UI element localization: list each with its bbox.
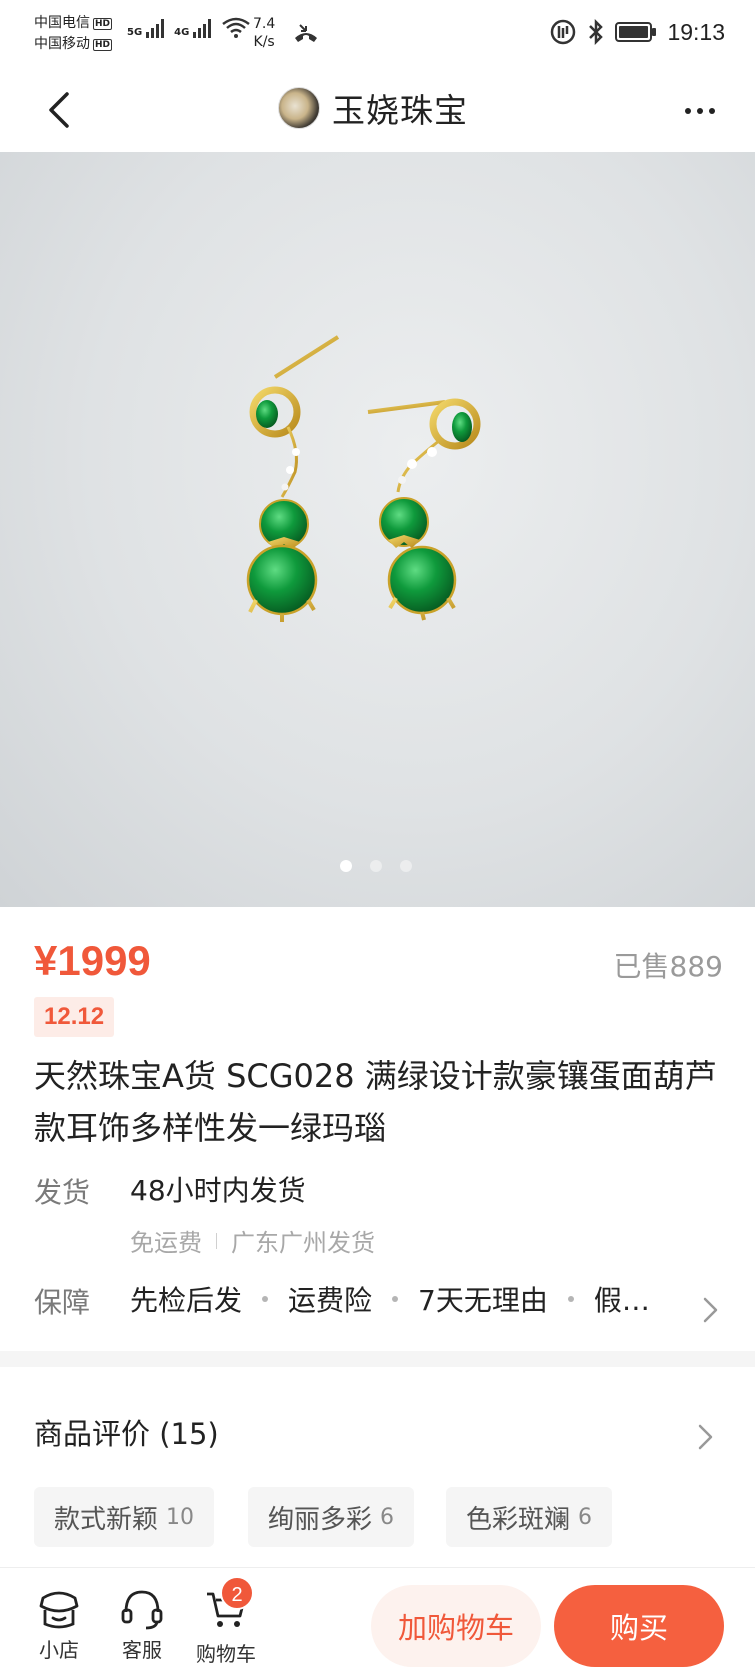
- service-tab[interactable]: 客服: [107, 1588, 177, 1663]
- shop-tab[interactable]: 小店: [24, 1588, 94, 1663]
- review-tag[interactable]: 绚丽多彩 6: [248, 1487, 415, 1547]
- carrier-2: 中国移动: [34, 36, 90, 52]
- headset-icon: [121, 1590, 163, 1630]
- shop-name: 玉娆珠宝: [332, 91, 468, 130]
- cart-tab-label: 购物车: [196, 1642, 256, 1666]
- status-bar: 中国电信 HD 中国移动 HD 5G 4G 7.4 K/s 19:13: [0, 0, 755, 70]
- clock: 19:13: [667, 18, 725, 45]
- data-saver-icon: [551, 19, 576, 45]
- review-tag-label: 色彩斑斓: [466, 1504, 571, 1535]
- signal-indicators: 5G 4G: [127, 16, 251, 38]
- shipping-time: 48小时内发货: [130, 1174, 306, 1207]
- pagination-dot: [369, 860, 382, 872]
- review-tag-label: 绚丽多彩: [268, 1504, 373, 1535]
- add-to-cart-button[interactable]: 加购物车: [371, 1585, 541, 1667]
- pagination-dot-active: [339, 860, 352, 872]
- shipping-label: 发货: [34, 1176, 91, 1209]
- separator: [216, 1232, 217, 1249]
- network-type-1: 5G: [127, 27, 143, 38]
- shop-tab-label: 小店: [39, 1638, 79, 1662]
- shop-avatar: [278, 87, 320, 129]
- promo-tag: 12.12: [34, 997, 115, 1037]
- service-tab-label: 客服: [122, 1638, 162, 1662]
- bullet: [392, 1296, 399, 1302]
- reviews-section: 商品评价 (15) 款式新颖 10 绚丽多彩 6 色彩斑斓 6: [0, 1367, 755, 1567]
- cart-badge: 2: [220, 1576, 254, 1610]
- guarantee-label: 保障: [34, 1286, 91, 1319]
- review-tag-count: 6: [380, 1504, 395, 1530]
- reviews-title[interactable]: 商品评价 (15): [34, 1411, 219, 1453]
- sold-count: 已售889: [613, 950, 723, 983]
- back-arrow-icon: [49, 92, 69, 128]
- more-dots-icon: [685, 108, 691, 114]
- network-type-2: 4G: [174, 27, 190, 38]
- review-tag[interactable]: 色彩斑斓 6: [446, 1487, 613, 1547]
- back-button[interactable]: [36, 88, 80, 132]
- signal-icon-2: [193, 16, 212, 38]
- shop-header[interactable]: 玉娆珠宝: [278, 84, 468, 132]
- shipping-details: 免运费 广东广州发货: [130, 1223, 375, 1258]
- product-title: 天然珠宝A货 SCG028 满绿设计款豪镶蛋面葫芦款耳饰多样性发一绿玛瑙: [34, 1057, 717, 1147]
- price: ¥1999: [34, 937, 151, 984]
- battery-icon: [615, 22, 657, 42]
- carrier-info: 中国电信 HD 中国移动 HD: [34, 13, 113, 55]
- guarantee-item: 假…: [593, 1284, 650, 1317]
- guarantee-item: 先检后发: [130, 1284, 243, 1317]
- product-image-gallery[interactable]: [0, 152, 755, 907]
- pagination-dot: [399, 860, 412, 872]
- wifi-icon: [222, 17, 251, 38]
- hd-badge-2: HD: [93, 38, 113, 51]
- review-tag-count: 10: [166, 1504, 195, 1530]
- bluetooth-icon: [589, 19, 604, 45]
- chevron-right-icon[interactable]: [692, 1424, 718, 1450]
- ship-origin: 广东广州发货: [231, 1229, 375, 1257]
- review-tag[interactable]: 款式新颖 10: [34, 1487, 215, 1547]
- buy-button[interactable]: 购买: [554, 1585, 724, 1667]
- product-image: [246, 335, 481, 622]
- left-earring: [246, 335, 340, 622]
- gallery-pagination: [0, 860, 753, 872]
- call-icon: [295, 24, 317, 42]
- shop-icon: [39, 1591, 79, 1629]
- guarantee-item: 运费险: [288, 1284, 373, 1317]
- section-divider: [0, 1351, 755, 1367]
- hd-badge-1: HD: [93, 17, 113, 30]
- review-tag-label: 款式新颖: [54, 1504, 159, 1535]
- bullet: [262, 1296, 269, 1302]
- guarantee-item: 7天无理由: [418, 1284, 548, 1317]
- more-button[interactable]: [675, 94, 725, 128]
- product-info: ¥1999 已售889 12.12 天然珠宝A货 SCG028 满绿设计款豪镶蛋…: [0, 907, 755, 1351]
- review-tag-count: 6: [578, 1504, 593, 1530]
- signal-icon-1: [146, 16, 165, 38]
- chevron-right-icon[interactable]: [697, 1297, 723, 1323]
- network-speed: 7.4 K/s: [253, 16, 276, 50]
- cart-tab[interactable]: 2 购物车: [191, 1576, 261, 1667]
- guarantee-row[interactable]: 先检后发 运费险 7天无理由 假…: [130, 1279, 650, 1319]
- bullet: [567, 1296, 574, 1302]
- carrier-1: 中国电信: [34, 15, 90, 31]
- free-shipping: 免运费: [130, 1229, 202, 1257]
- nav-bar: 玉娆珠宝: [0, 70, 755, 152]
- bottom-action-bar: 小店 客服 2 购物车 加购物车 购买: [0, 1567, 755, 1679]
- status-right: 19:13: [549, 18, 725, 46]
- right-earring: [367, 398, 481, 621]
